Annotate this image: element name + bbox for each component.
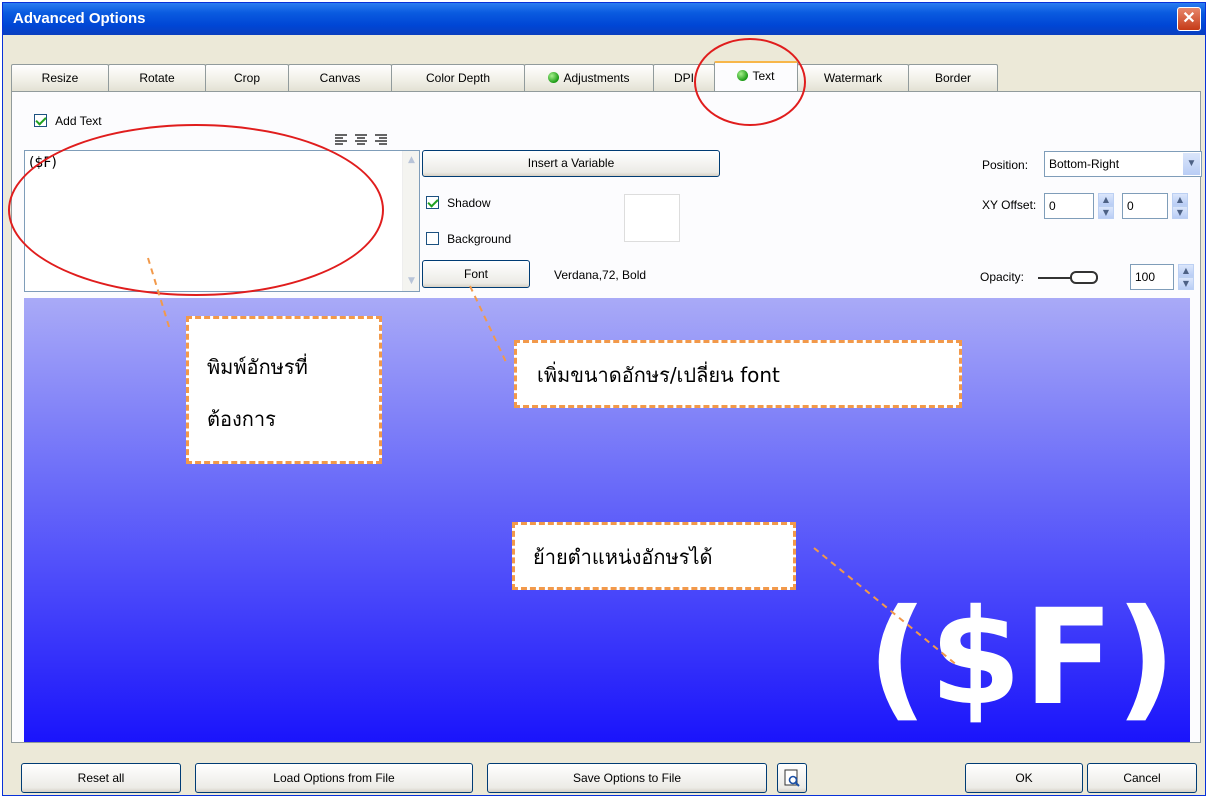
type-text-line2: ต้องการ: [207, 407, 276, 431]
move-position-callout: ย้ายตำแหน่งอักษรได้: [512, 522, 796, 590]
type-text-callout: พิมพ์อักษรที่ ต้องการ: [186, 316, 382, 464]
green-dot-icon: [737, 70, 749, 81]
font-size-callout: เพิ่มขนาดอักษร/เปลี่ยน font: [514, 340, 962, 408]
type-text-line1: พิมพ์อักษรที่: [207, 355, 308, 379]
tab-label: Text: [752, 69, 775, 83]
tab-text[interactable]: Text: [714, 61, 798, 91]
